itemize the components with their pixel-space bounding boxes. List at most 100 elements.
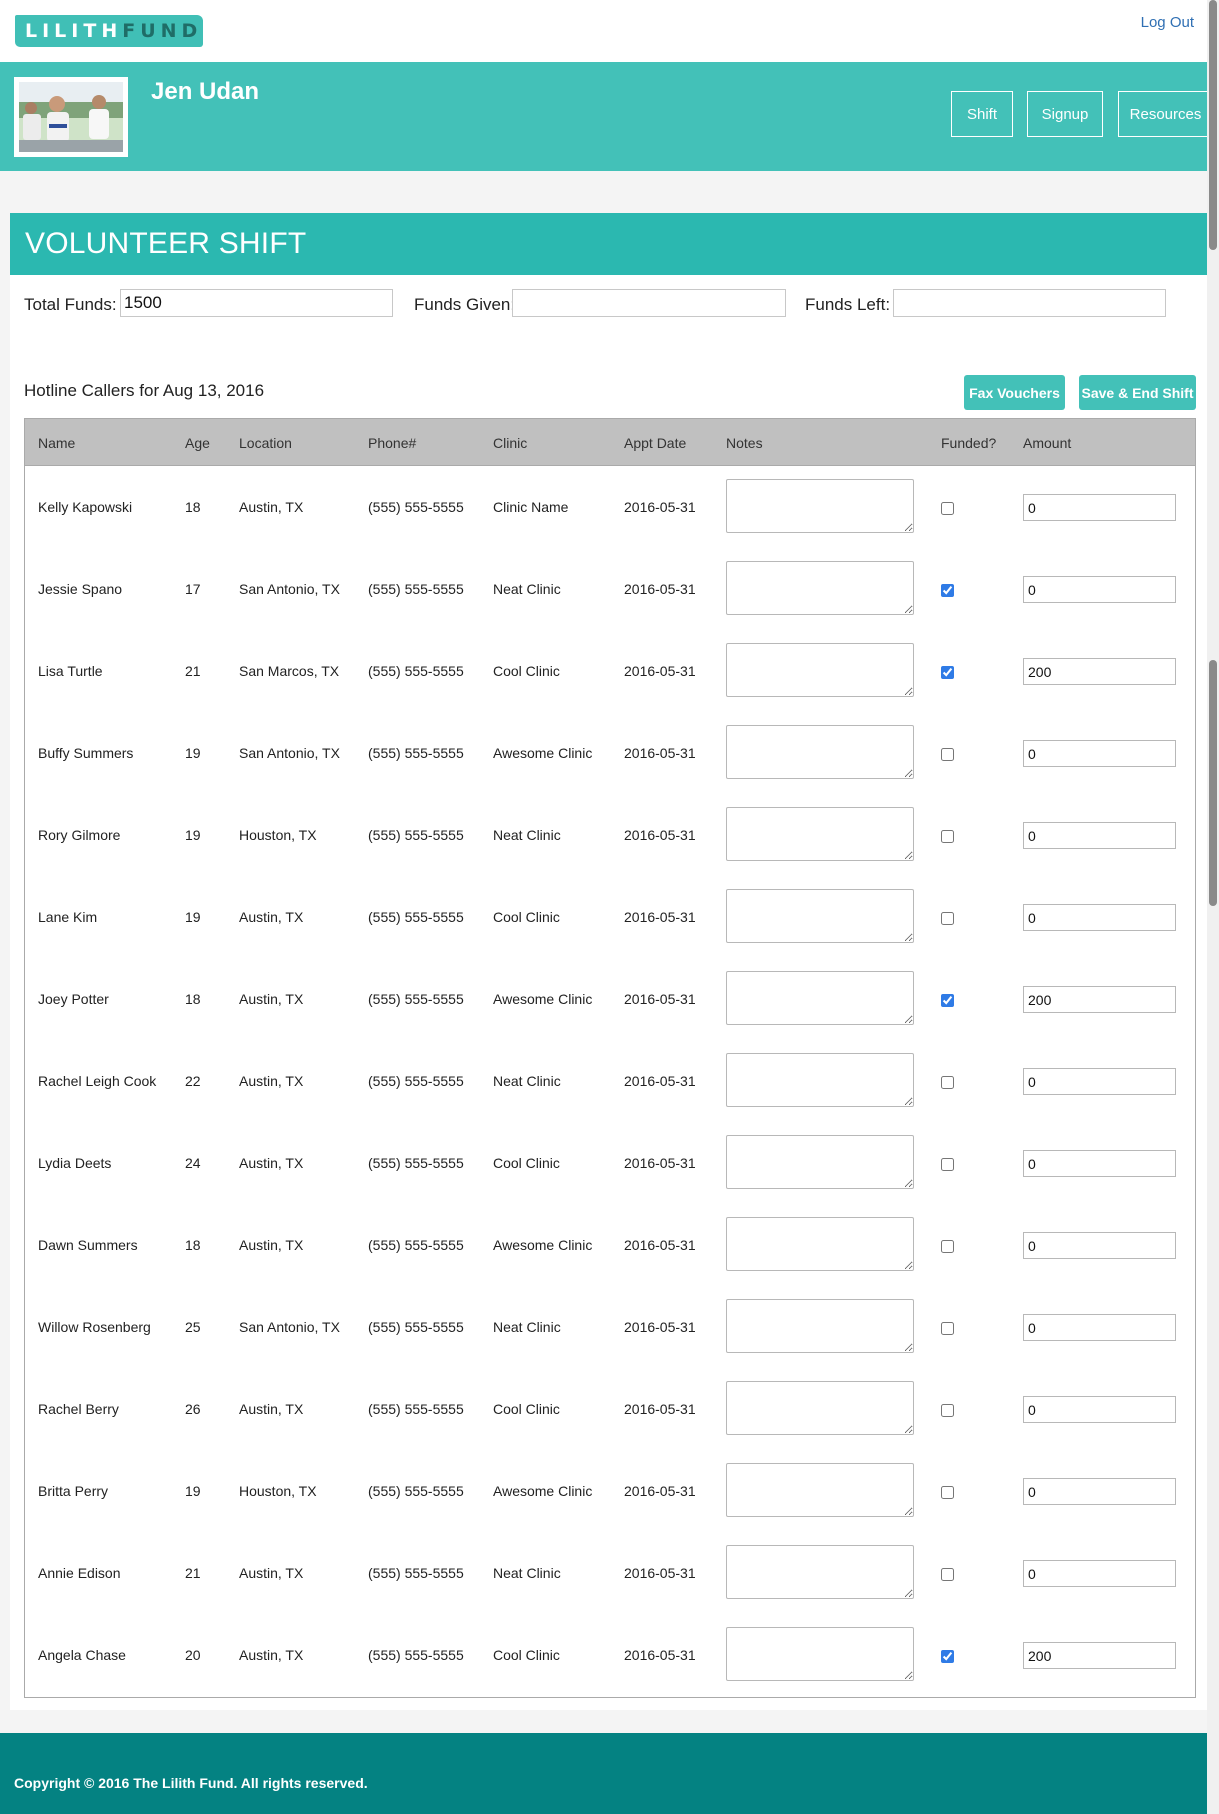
shift-nav-button[interactable]: Shift: [951, 91, 1013, 137]
amount-input[interactable]: [1023, 1396, 1176, 1423]
cell-appt-date: 2016-05-31: [624, 991, 696, 1007]
notes-textarea[interactable]: [726, 889, 914, 943]
amount-input[interactable]: [1023, 1314, 1176, 1341]
funded-checkbox[interactable]: [941, 912, 954, 925]
notes-textarea[interactable]: [726, 1381, 914, 1435]
user-name: Jen Udan: [151, 78, 260, 105]
notes-textarea[interactable]: [726, 971, 914, 1025]
funded-checkbox[interactable]: [941, 830, 954, 843]
cell-clinic: Cool Clinic: [493, 663, 560, 679]
funded-checkbox[interactable]: [941, 1240, 954, 1253]
funds-given-input[interactable]: [512, 289, 786, 317]
notes-textarea[interactable]: [726, 1545, 914, 1599]
table-row: Dawn Summers 18 Austin, TX (555) 555-5555 Aw…: [25, 1205, 1195, 1287]
amount-input[interactable]: [1023, 822, 1176, 849]
funded-checkbox[interactable]: [941, 1568, 954, 1581]
funded-checkbox[interactable]: [941, 748, 954, 761]
avatar: [14, 77, 128, 157]
notes-textarea[interactable]: [726, 561, 914, 615]
cell-age: 22: [185, 1073, 201, 1089]
cell-name: Jessie Spano: [38, 581, 123, 597]
notes-textarea[interactable]: [726, 1299, 914, 1353]
cell-location: Austin, TX: [239, 909, 304, 925]
notes-textarea[interactable]: [726, 1217, 914, 1271]
notes-textarea[interactable]: [726, 807, 914, 861]
hotline-callers-title: Hotline Callers for Aug 13, 2016: [24, 381, 265, 400]
col-header-phone: Phone#: [368, 435, 417, 451]
funded-checkbox[interactable]: [941, 666, 954, 679]
funds-given-label: Funds Given:: [414, 295, 516, 314]
notes-textarea[interactable]: [726, 725, 914, 779]
cell-phone: (555) 555-5555: [368, 499, 464, 515]
cell-phone: (555) 555-5555: [368, 1483, 464, 1499]
amount-input[interactable]: [1023, 1642, 1176, 1669]
funded-checkbox[interactable]: [941, 1322, 954, 1335]
cell-location: San Marcos, TX: [239, 663, 340, 679]
funded-checkbox[interactable]: [941, 1650, 954, 1663]
logout-link[interactable]: Log Out: [1141, 14, 1194, 31]
amount-input[interactable]: [1023, 576, 1176, 603]
funded-checkbox[interactable]: [941, 502, 954, 515]
funds-left-input[interactable]: [893, 289, 1166, 317]
amount-input[interactable]: [1023, 494, 1176, 521]
cell-phone: (555) 555-5555: [368, 745, 464, 761]
notes-textarea[interactable]: [726, 643, 914, 697]
lilith-fund-logo[interactable]: LILITHFUND: [15, 15, 203, 47]
funded-checkbox[interactable]: [941, 1486, 954, 1499]
notes-textarea[interactable]: [726, 1135, 914, 1189]
amount-input[interactable]: [1023, 1150, 1176, 1177]
cell-appt-date: 2016-05-31: [624, 1401, 696, 1417]
amount-input[interactable]: [1023, 740, 1176, 767]
cell-clinic: Cool Clinic: [493, 909, 560, 925]
notes-textarea[interactable]: [726, 1463, 914, 1517]
profile-bar: Jen Udan Shift Signup Resources: [0, 62, 1219, 171]
cell-location: Austin, TX: [239, 1647, 304, 1663]
funded-checkbox[interactable]: [941, 584, 954, 597]
cell-age: 19: [185, 1483, 201, 1499]
amount-input[interactable]: [1023, 986, 1176, 1013]
amount-input[interactable]: [1023, 658, 1176, 685]
table-row: Jessie Spano 17 San Antonio, TX (555) 555-5…: [25, 549, 1195, 631]
amount-input[interactable]: [1023, 1068, 1176, 1095]
table-row: Rory Gilmore 19 Houston, TX (555) 555-5555 N…: [25, 795, 1195, 877]
resources-nav-button[interactable]: Resources: [1118, 91, 1213, 137]
cell-location: Austin, TX: [239, 1237, 304, 1253]
amount-input[interactable]: [1023, 1478, 1176, 1505]
col-header-amount: Amount: [1023, 435, 1072, 451]
notes-textarea[interactable]: [726, 1627, 914, 1681]
cell-appt-date: 2016-05-31: [624, 663, 696, 679]
save-end-shift-button[interactable]: Save & End Shift: [1079, 375, 1196, 410]
cell-phone: (555) 555-5555: [368, 1319, 464, 1335]
col-header-appt-date: Appt Date: [624, 435, 687, 451]
cell-location: Austin, TX: [239, 1155, 304, 1171]
funded-checkbox[interactable]: [941, 994, 954, 1007]
amount-input[interactable]: [1023, 1232, 1176, 1259]
total-funds-input[interactable]: [120, 289, 393, 317]
table-row: Kelly Kapowski 18 Austin, TX (555) 555-5555…: [25, 467, 1195, 549]
cell-age: 19: [185, 827, 201, 843]
cell-location: Austin, TX: [239, 499, 304, 515]
cell-appt-date: 2016-05-31: [624, 1237, 696, 1253]
notes-textarea[interactable]: [726, 1053, 914, 1107]
table-row: Lane Kim 19 Austin, TX (555) 555-5555 Cool C…: [25, 877, 1195, 959]
scrollbar-thumb-secondary[interactable]: [1209, 660, 1217, 906]
amount-input[interactable]: [1023, 904, 1176, 931]
scrollbar-thumb[interactable]: [1209, 0, 1217, 250]
cell-name: Rachel Berry: [38, 1401, 119, 1417]
copyright-text: Copyright © 2016 The Lilith Fund. All ri…: [14, 1775, 368, 1791]
funded-checkbox[interactable]: [941, 1076, 954, 1089]
cell-appt-date: 2016-05-31: [624, 1319, 696, 1335]
cell-clinic: Awesome Clinic: [493, 1483, 593, 1499]
fax-vouchers-button[interactable]: Fax Vouchers: [964, 375, 1065, 410]
logo-text-lilith: LILITH: [25, 20, 123, 42]
cell-name: Annie Edison: [38, 1565, 121, 1581]
amount-input[interactable]: [1023, 1560, 1176, 1587]
funded-checkbox[interactable]: [941, 1404, 954, 1417]
table-row: Annie Edison 21 Austin, TX (555) 555-5555 Ne…: [25, 1533, 1195, 1615]
cell-clinic: Neat Clinic: [493, 1319, 561, 1335]
funded-checkbox[interactable]: [941, 1158, 954, 1171]
cell-clinic: Neat Clinic: [493, 581, 561, 597]
signup-nav-button[interactable]: Signup: [1027, 91, 1103, 137]
page-scrollbar[interactable]: [1207, 0, 1219, 1814]
notes-textarea[interactable]: [726, 479, 914, 533]
